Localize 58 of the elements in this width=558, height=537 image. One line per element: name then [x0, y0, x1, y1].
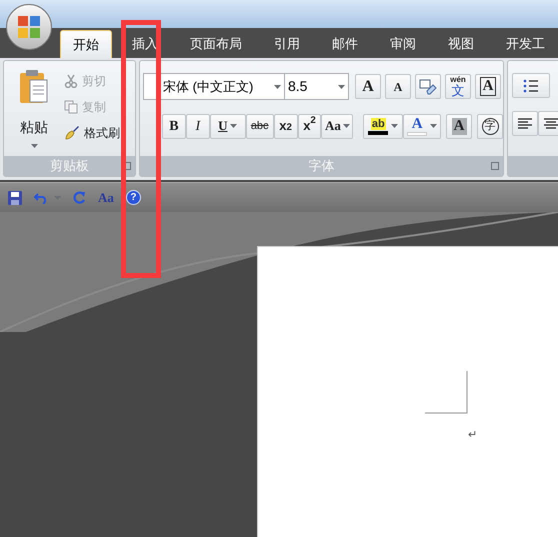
ribbon-tab[interactable]: 页面布局 [178, 30, 254, 58]
brush-icon [64, 125, 80, 141]
clear-formatting-button[interactable] [415, 74, 441, 99]
font-size-field[interactable]: 8.5 [285, 73, 349, 100]
clipboard-command[interactable]: 格式刷 [64, 123, 120, 143]
center-button[interactable] [538, 111, 558, 136]
phonetic-guide-button[interactable]: wén 文 [445, 74, 471, 99]
caret-icon [30, 144, 38, 148]
character-shading-button[interactable]: A [446, 114, 472, 138]
clipboard-command: 复制 [64, 97, 120, 117]
align-center-icon [544, 118, 558, 130]
clipboard-icon [18, 69, 50, 105]
caret-icon [274, 84, 281, 88]
ribbon-tab[interactable]: 邮件 [320, 30, 370, 58]
enclose-characters-button[interactable]: 字 [477, 114, 503, 138]
grow-font-button[interactable]: A [355, 74, 381, 99]
copy-icon [64, 100, 78, 114]
ribbon-tab[interactable]: 开始 [60, 30, 112, 58]
underline-button[interactable]: U [210, 114, 246, 138]
ribbon-tab[interactable]: 视图 [436, 30, 486, 58]
caret-icon [391, 124, 398, 128]
redo-icon [73, 191, 86, 204]
italic-button[interactable]: I [186, 114, 210, 138]
align-left-icon [518, 118, 532, 130]
margin-corner-mark [425, 371, 468, 414]
ribbon-tab[interactable]: 开发工 [494, 30, 557, 58]
group-label: 字体 [308, 157, 334, 176]
change-case-button[interactable]: Aa [321, 114, 354, 138]
paste-button[interactable]: 粘贴 [12, 67, 56, 156]
clipboard-command: 剪切 [64, 71, 120, 91]
ribbon-tab[interactable]: 引用 [262, 30, 312, 58]
font-color-button[interactable]: A [403, 114, 442, 138]
caret-icon [230, 124, 238, 128]
office-logo-icon [17, 15, 41, 39]
caret-icon [338, 84, 345, 88]
paragraph-mark: ↵ [468, 428, 477, 443]
character-border-button[interactable]: A [475, 74, 501, 99]
undo-icon [34, 192, 48, 204]
save-button[interactable] [8, 190, 22, 204]
ribbon-tab[interactable]: 审阅 [378, 30, 428, 58]
scissors-icon [64, 74, 78, 88]
group-label: 剪贴板 [50, 157, 89, 176]
caret-icon [430, 124, 438, 128]
strikethrough-button[interactable]: abc [246, 114, 274, 138]
dialog-launcher-icon[interactable] [123, 162, 131, 170]
help-button[interactable]: ? [126, 190, 141, 205]
shrink-font-button[interactable]: A [385, 74, 411, 99]
highlight-button[interactable]: ab [363, 114, 404, 138]
dialog-launcher-icon[interactable] [491, 162, 499, 170]
bullets-button[interactable] [512, 73, 550, 98]
bold-button[interactable]: B [162, 114, 186, 138]
caret-icon [342, 124, 350, 128]
font-name-field[interactable]: 宋体 (中文正文) [143, 73, 285, 100]
align-left-button[interactable] [512, 111, 538, 136]
eraser-icon [419, 78, 437, 94]
subscript-button[interactable]: x$_{2}$ [274, 114, 298, 138]
bullet-list-icon [523, 78, 539, 92]
superscript-button[interactable]: x$^{2}$ [298, 114, 322, 138]
